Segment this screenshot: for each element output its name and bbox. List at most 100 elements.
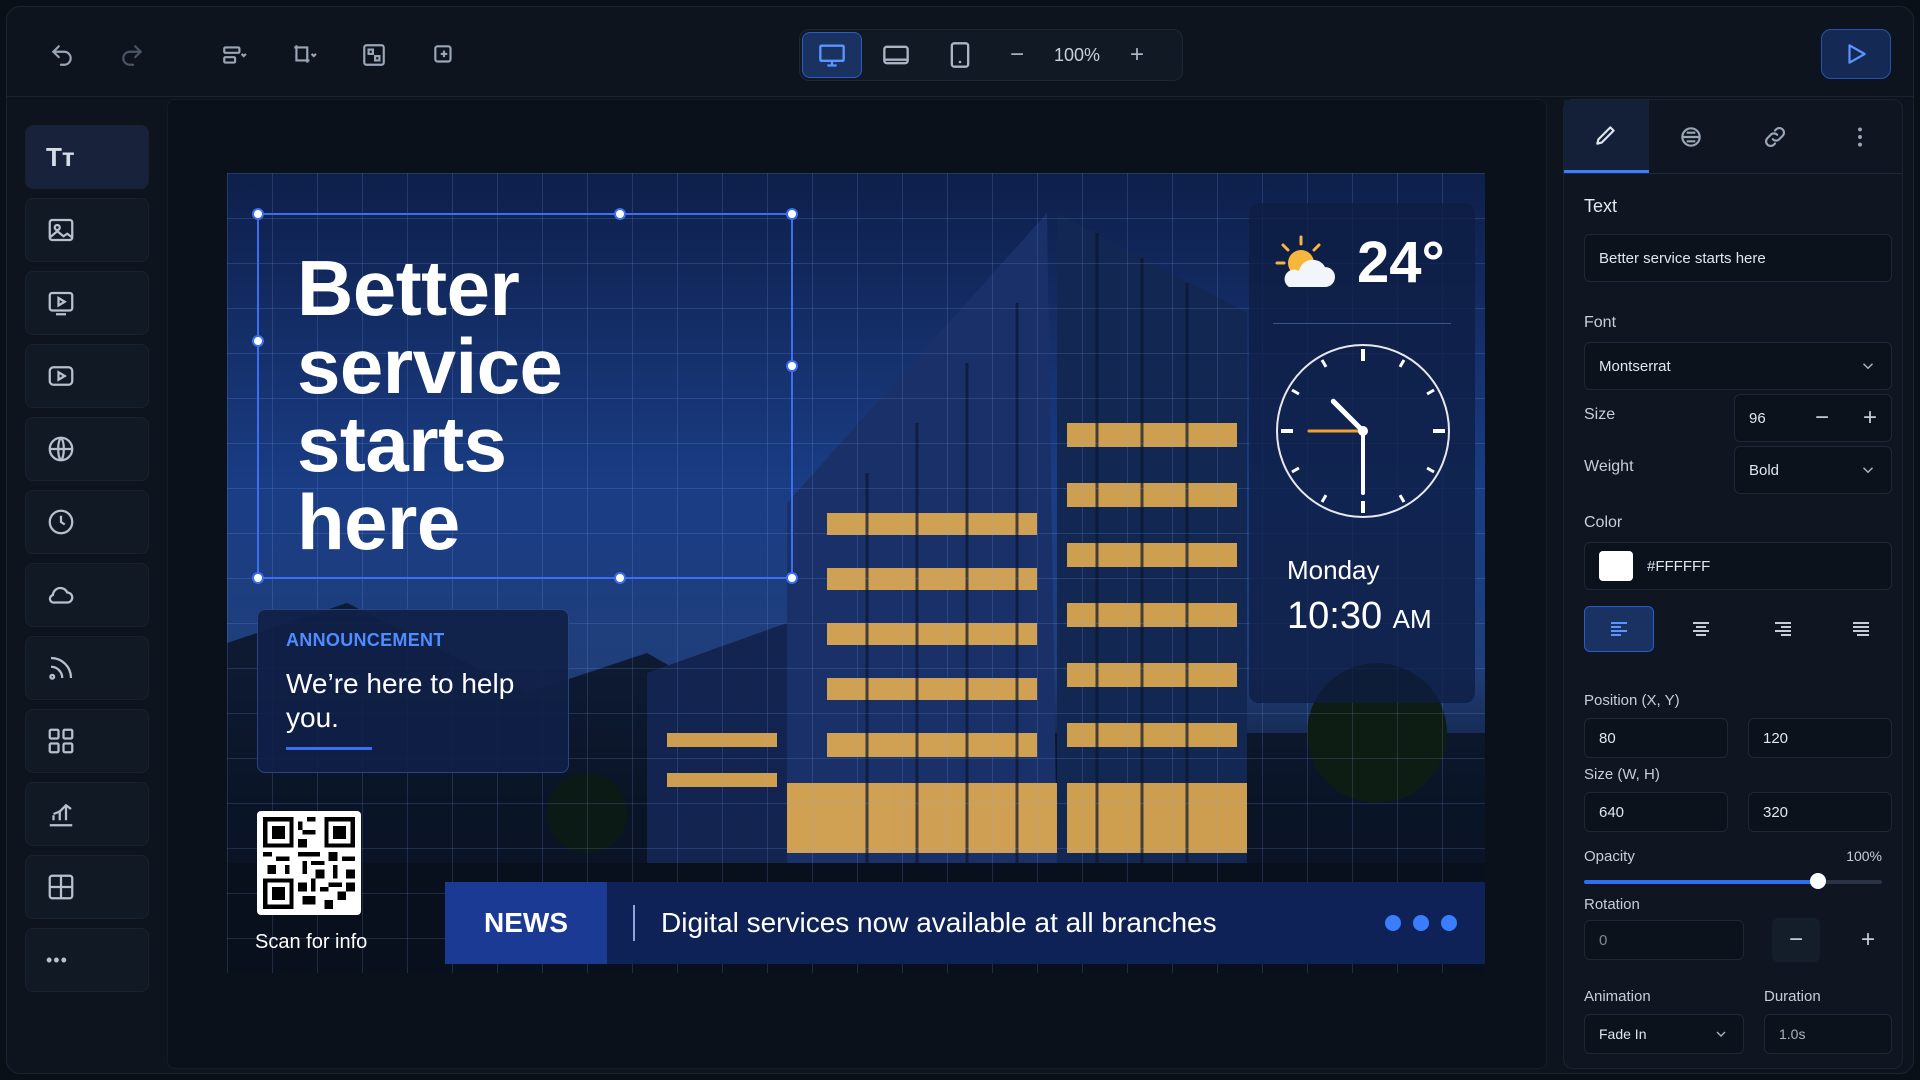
sidebar-item-apps[interactable] xyxy=(25,709,149,773)
weight-label: Weight xyxy=(1584,458,1634,475)
more-vertical-icon xyxy=(1857,126,1862,147)
undo-button[interactable] xyxy=(27,30,97,80)
resize-handle-tr[interactable] xyxy=(786,208,798,220)
animation-select[interactable]: Fade In xyxy=(1584,1014,1744,1054)
sidebar-item-text[interactable]: Tт xyxy=(25,125,149,189)
qr-caption: Scan for info xyxy=(255,931,368,953)
ticker-dot-2[interactable] xyxy=(1413,915,1429,931)
text-content-input[interactable]: Better service starts here xyxy=(1584,234,1892,282)
sidebar-item-more[interactable]: ••• xyxy=(25,928,149,992)
sidebar-item-rss[interactable] xyxy=(25,636,149,700)
sidebar-item-weather[interactable] xyxy=(25,563,149,627)
digital-time: 10:30 AM xyxy=(1287,595,1432,638)
properties-panel: Text Better service starts here Font Mon… xyxy=(1563,99,1903,1069)
image-icon xyxy=(48,218,74,242)
tab-link[interactable] xyxy=(1733,100,1818,173)
qr-code[interactable] xyxy=(257,811,361,915)
zoom-in-button[interactable]: + xyxy=(1112,32,1162,78)
tab-edit[interactable] xyxy=(1564,100,1649,173)
sidebar-item-chart[interactable] xyxy=(25,782,149,846)
align-left-icon xyxy=(1611,622,1627,636)
duplicate-icon xyxy=(434,45,452,63)
duration-label: Duration xyxy=(1764,988,1821,1005)
section-title: Text xyxy=(1584,196,1618,216)
app-window: − 100% + Tт ••• Better service starts he… xyxy=(6,6,1914,1074)
tablet-landscape-view-button[interactable] xyxy=(866,32,926,78)
qr-code-icon xyxy=(263,817,355,909)
news-ticker[interactable]: NEWS Digital services now available at a… xyxy=(445,882,1485,964)
rotation-decrement-button[interactable]: − xyxy=(1772,918,1820,962)
font-select[interactable]: Montserrat xyxy=(1584,342,1892,390)
zoom-out-button[interactable]: − xyxy=(992,32,1042,78)
resize-handle-top[interactable] xyxy=(614,208,626,220)
align-right-button[interactable] xyxy=(1748,606,1818,652)
pencil-icon xyxy=(1596,126,1615,145)
sidebar-item-image[interactable] xyxy=(25,198,149,262)
tab-layers[interactable] xyxy=(1649,100,1734,173)
announcement-card[interactable]: ANNOUNCEMENT We’re here to help you. xyxy=(257,609,569,773)
rotation-input[interactable]: 0 xyxy=(1584,920,1744,960)
align-center-button[interactable] xyxy=(1666,606,1736,652)
duration-input[interactable]: 1.0s xyxy=(1764,1014,1892,1054)
bar-chart-icon xyxy=(49,803,73,827)
preview-button[interactable] xyxy=(1821,29,1891,79)
duplicate-tool-button[interactable] xyxy=(409,30,479,80)
resize-handle-bl[interactable] xyxy=(252,572,264,584)
position-y-input[interactable]: 120 xyxy=(1748,718,1892,758)
tablet-portrait-view-button[interactable] xyxy=(930,32,990,78)
position-x-input[interactable]: 80 xyxy=(1584,718,1728,758)
ticker-dot-1[interactable] xyxy=(1385,915,1401,931)
resize-handle-right[interactable] xyxy=(786,360,798,372)
desktop-view-button[interactable] xyxy=(802,32,862,78)
weight-select[interactable]: Bold xyxy=(1734,446,1892,494)
size-value: 96 xyxy=(1749,409,1766,427)
width-input[interactable]: 640 xyxy=(1584,792,1728,832)
sidebar-item-web[interactable] xyxy=(25,417,149,481)
temperature: 24° xyxy=(1357,230,1445,295)
time-ampm: AM xyxy=(1392,604,1432,634)
opacity-slider-thumb[interactable] xyxy=(1810,873,1826,889)
resize-handle-tl[interactable] xyxy=(252,208,264,220)
color-swatch[interactable] xyxy=(1599,551,1633,581)
color-picker[interactable]: #FFFFFF xyxy=(1584,542,1892,590)
ticker-message: Digital services now available at all br… xyxy=(661,907,1217,938)
zoom-level[interactable]: 100% xyxy=(1042,45,1112,66)
sidebar-item-clock[interactable] xyxy=(25,490,149,554)
announcement-accent-bar xyxy=(286,747,372,750)
sidebar-item-video[interactable] xyxy=(25,271,149,335)
weather-clock-widget[interactable]: 24° Monday 10:30 AM xyxy=(1249,203,1475,703)
resize-handle-bottom[interactable] xyxy=(614,572,626,584)
tab-more[interactable] xyxy=(1818,100,1903,173)
time-value: 10:30 xyxy=(1287,595,1383,637)
rotation-label: Rotation xyxy=(1584,896,1640,913)
transform-tool-button[interactable] xyxy=(269,30,339,80)
rotation-increment-button[interactable]: + xyxy=(1844,918,1892,962)
group-tool-button[interactable] xyxy=(339,30,409,80)
align-justify-button[interactable] xyxy=(1826,606,1896,652)
height-input[interactable]: 320 xyxy=(1748,792,1892,832)
history-group xyxy=(27,29,172,81)
align-tool-button[interactable] xyxy=(199,30,269,80)
opacity-slider-track[interactable] xyxy=(1818,880,1882,884)
sidebar-item-layout[interactable] xyxy=(25,855,149,919)
globe-icon xyxy=(48,436,74,462)
ticker-dot-3[interactable] xyxy=(1441,915,1457,931)
align-center-icon xyxy=(1693,622,1709,636)
layout-grid-icon xyxy=(48,874,74,900)
desktop-icon xyxy=(819,44,845,67)
signage-canvas[interactable]: Better service starts here ANNOUNCEMENT … xyxy=(227,173,1485,973)
redo-button[interactable] xyxy=(97,30,167,80)
opacity-slider-fill[interactable] xyxy=(1584,880,1818,884)
size-increment-button[interactable]: + xyxy=(1846,396,1894,440)
sidebar-item-media[interactable] xyxy=(25,344,149,408)
clock-tick xyxy=(1320,359,1328,368)
ticker-divider xyxy=(633,905,635,941)
align-left-button[interactable] xyxy=(1584,606,1654,652)
align-dropdown-icon xyxy=(223,46,247,64)
element-sidebar: Tт ••• xyxy=(25,125,149,1001)
link-icon xyxy=(1765,126,1786,147)
redo-icon xyxy=(122,45,143,66)
size-decrement-button[interactable]: − xyxy=(1798,396,1846,440)
resize-handle-br[interactable] xyxy=(786,572,798,584)
resize-handle-left[interactable] xyxy=(252,335,264,347)
